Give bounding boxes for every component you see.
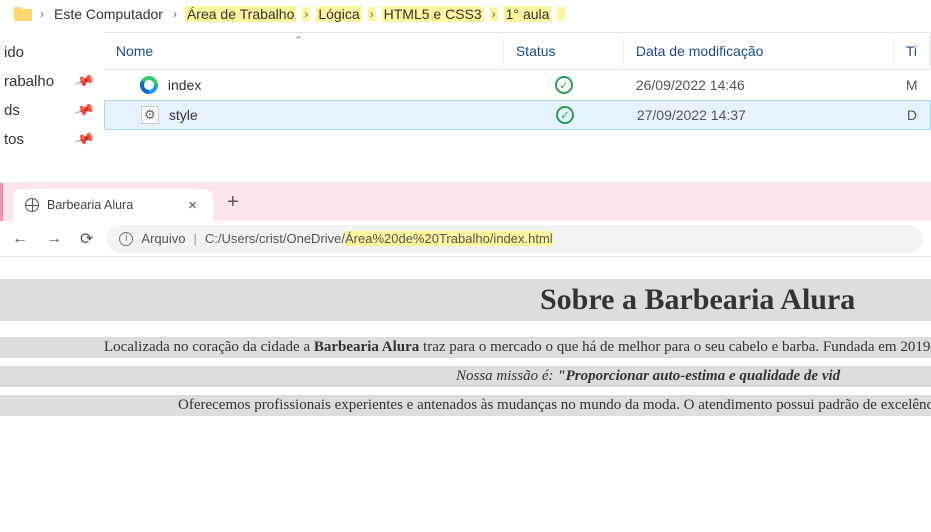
page-heading: Sobre a Barbearia Alura	[0, 279, 931, 321]
close-tab-button[interactable]: ×	[184, 197, 201, 214]
text-bold: "Proporcionar auto-estima e qualidade de…	[557, 368, 840, 384]
column-headers: Nome ⌃ Status Data de modificação Ti	[104, 32, 931, 70]
forward-button[interactable]: →	[42, 230, 66, 248]
paragraph: Oferecemos profissionais experientes e a…	[0, 395, 931, 416]
sidebar-item-label: tos	[4, 131, 24, 148]
address-scheme: Arquivo	[141, 231, 185, 246]
chevron-right-icon: ›	[38, 7, 46, 21]
sidebar-item[interactable]: tos 📌	[0, 125, 104, 154]
settings-file-icon	[141, 106, 159, 124]
address-prefix: C:/Users/crist/OneDrive/	[205, 231, 345, 246]
column-header-modified[interactable]: Data de modificação	[624, 35, 894, 67]
text: Localizada no coração da cidade a	[104, 339, 314, 355]
breadcrumb-item[interactable]: Lógica	[316, 6, 361, 22]
explorer-sidebar: ido rabalho 📌 ds 📌 tos 📌	[0, 32, 104, 154]
file-type: M	[894, 73, 931, 97]
sidebar-item[interactable]: ds 📌	[0, 96, 104, 125]
chevron-right-icon: ›	[368, 7, 376, 21]
text: Nossa missão é:	[456, 368, 557, 384]
globe-icon	[25, 198, 39, 212]
breadcrumb-item[interactable]: HTML5 e CSS3	[382, 6, 484, 22]
status-synced-icon: ✓	[555, 76, 573, 94]
breadcrumb[interactable]: › Este Computador › Área de Trabalho › L…	[0, 0, 931, 32]
address-highlight: Área%20de%20Trabalho/index.html	[345, 231, 553, 246]
address-bar[interactable]: i Arquivo | C:/Users/crist/OneDrive/Área…	[107, 225, 923, 253]
sidebar-item[interactable]: ido	[0, 38, 104, 67]
site-info-icon[interactable]: i	[119, 232, 133, 246]
file-name: index	[168, 77, 201, 93]
column-header-status[interactable]: Status	[504, 35, 624, 67]
text: traz para o mercado o que há de melhor p…	[419, 339, 931, 355]
pin-icon: 📌	[74, 128, 97, 151]
text-bold: Barbearia Alura	[314, 339, 419, 355]
file-name: style	[169, 107, 198, 123]
sort-caret-icon: ⌃	[294, 34, 303, 47]
browser-toolbar: ← → ⟳ i Arquivo | C:/Users/crist/OneDriv…	[0, 221, 931, 257]
breadcrumb-root[interactable]: Este Computador	[52, 6, 165, 22]
column-header-type[interactable]: Ti	[894, 35, 930, 67]
page-content: Sobre a Barbearia Alura Localizada no co…	[0, 257, 931, 416]
chevron-right-icon: ›	[171, 7, 179, 21]
sidebar-item-label: ds	[4, 102, 20, 119]
file-type: D	[895, 103, 930, 127]
file-explorer: › Este Computador › Área de Trabalho › L…	[0, 0, 931, 154]
file-modified: 27/09/2022 14:37	[625, 103, 895, 127]
column-header-name[interactable]: Nome ⌃	[104, 35, 504, 67]
browser-window: Barbearia Alura × + ← → ⟳ i Arquivo | C:…	[0, 182, 931, 416]
sidebar-item-label: ido	[4, 44, 24, 61]
breadcrumb-item[interactable]: Área de Trabalho	[185, 6, 296, 22]
status-synced-icon: ✓	[556, 106, 574, 124]
file-row[interactable]: style ✓ 27/09/2022 14:37 D	[104, 100, 931, 130]
sidebar-item[interactable]: rabalho 📌	[0, 67, 104, 96]
paragraph: Localizada no coração da cidade a Barbea…	[0, 337, 931, 358]
sidebar-item-label: rabalho	[4, 73, 54, 90]
column-label: Nome	[116, 43, 153, 59]
pin-icon: 📌	[74, 70, 97, 93]
file-list: Nome ⌃ Status Data de modificação Ti ind…	[104, 32, 931, 154]
edge-browser-icon	[140, 76, 158, 94]
browser-tab[interactable]: Barbearia Alura ×	[13, 189, 213, 221]
back-button[interactable]: ←	[8, 230, 32, 248]
paragraph: Nossa missão é: "Proporcionar auto-estim…	[0, 366, 931, 387]
tab-strip: Barbearia Alura × +	[0, 183, 931, 221]
address-text: C:/Users/crist/OneDrive/Área%20de%20Trab…	[205, 231, 553, 246]
breadcrumb-item[interactable]: 1° aula	[504, 6, 552, 22]
new-tab-button[interactable]: +	[213, 191, 253, 214]
address-separator: |	[193, 231, 196, 246]
reload-button[interactable]: ⟳	[76, 229, 97, 249]
file-modified: 26/09/2022 14:46	[624, 73, 894, 97]
folder-icon	[14, 7, 32, 21]
text: Oferecemos profissionais experientes e a…	[178, 397, 931, 413]
chevron-right-icon: ›	[302, 7, 310, 21]
chevron-right-icon	[557, 7, 564, 21]
chevron-right-icon: ›	[490, 7, 498, 21]
pin-icon: 📌	[74, 99, 97, 122]
tab-title: Barbearia Alura	[47, 198, 176, 212]
file-row[interactable]: index ✓ 26/09/2022 14:46 M	[104, 70, 931, 100]
